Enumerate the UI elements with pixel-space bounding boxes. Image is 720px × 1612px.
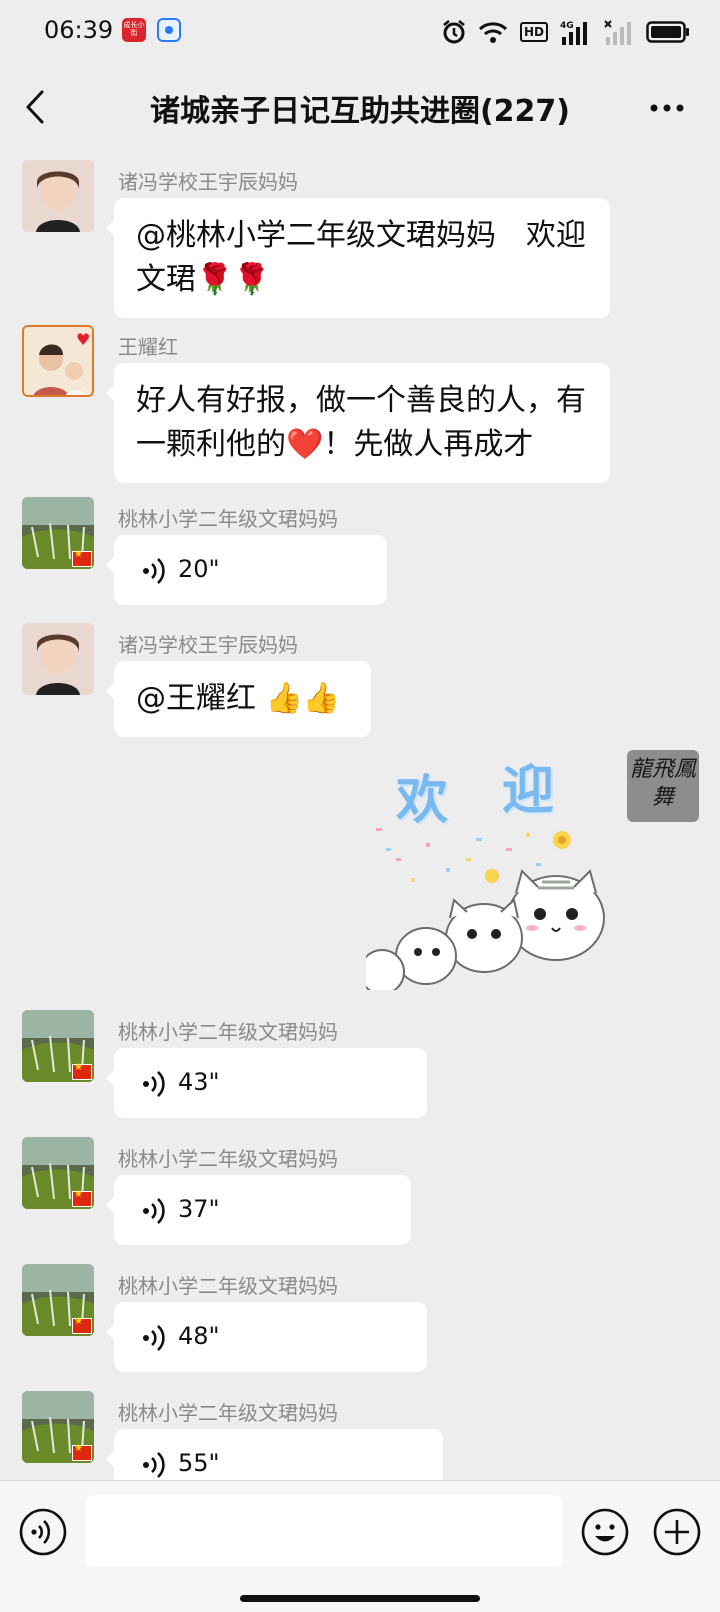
message-input[interactable] bbox=[86, 1495, 562, 1567]
wifi-icon bbox=[478, 22, 508, 43]
more-options-icon[interactable] bbox=[650, 104, 684, 112]
voice-wave-icon bbox=[143, 1071, 165, 1097]
welcome-sticker[interactable]: 欢 迎 bbox=[366, 748, 608, 990]
emoji-icon[interactable] bbox=[580, 1507, 630, 1557]
sticker-word-1: 欢 bbox=[396, 771, 449, 831]
voice-duration: 48" bbox=[178, 1322, 220, 1350]
avatar[interactable] bbox=[22, 1391, 94, 1463]
signal-4g-icon: 4G bbox=[560, 21, 587, 45]
sender-name: 诸冯学校王宇辰妈妈 bbox=[118, 170, 298, 194]
plus-icon[interactable] bbox=[652, 1507, 702, 1557]
self-avatar[interactable]: 龍飛鳳舞 bbox=[627, 750, 699, 822]
voice-message-bubble[interactable]: 37" bbox=[106, 1175, 411, 1245]
voice-message-bubble[interactable]: 43" bbox=[106, 1048, 427, 1118]
input-bar bbox=[0, 1480, 720, 1612]
home-indicator[interactable] bbox=[240, 1595, 480, 1602]
voice-duration: 55" bbox=[178, 1449, 220, 1477]
sender-name: 桃林小学二年级文珺妈妈 bbox=[118, 1401, 338, 1425]
voice-input-icon[interactable] bbox=[18, 1507, 68, 1557]
app-notification-icon: 成长小街 bbox=[122, 18, 146, 42]
alarm-icon bbox=[443, 20, 465, 44]
flag-icon bbox=[72, 1189, 92, 1207]
voice-duration: 37" bbox=[178, 1195, 220, 1223]
chat-title: 诸城亲子日记互助共进圈(227) bbox=[149, 94, 571, 129]
sender-name: 桃林小学二年级文珺妈妈 bbox=[118, 1147, 338, 1171]
avatar[interactable]: ♥ bbox=[22, 325, 94, 397]
status-time: 06:39 bbox=[44, 16, 114, 44]
voice-duration: 43" bbox=[178, 1068, 220, 1096]
flag-icon bbox=[72, 1316, 92, 1334]
sender-name: 桃林小学二年级文珺妈妈 bbox=[118, 507, 338, 531]
hd-voice-icon: HD bbox=[519, 22, 548, 42]
battery-icon bbox=[646, 21, 689, 43]
chat-header: 诸城亲子日记互助共进圈(227) bbox=[0, 64, 720, 150]
app-badge-text: 成长小街 bbox=[123, 21, 145, 37]
flag-icon bbox=[72, 549, 92, 567]
sender-name: 桃林小学二年级文珺妈妈 bbox=[118, 1020, 338, 1044]
svg-text:4G: 4G bbox=[560, 21, 574, 31]
flag-icon bbox=[72, 1443, 92, 1461]
voice-message-bubble[interactable]: 55" bbox=[106, 1429, 443, 1480]
message-list[interactable]: 诸冯学校王宇辰妈妈 @桃林小学二年级文珺妈妈 欢迎文珺🌹🌹 ♥ 王耀红 好人有好… bbox=[0, 150, 720, 1480]
avatar[interactable] bbox=[22, 497, 94, 569]
avatar[interactable] bbox=[22, 1010, 94, 1082]
voice-wave-icon bbox=[143, 1198, 165, 1224]
sticker-word-2: 迎 bbox=[502, 761, 555, 821]
avatar[interactable] bbox=[22, 160, 94, 232]
avatar[interactable] bbox=[22, 623, 94, 695]
sender-name: 桃林小学二年级文珺妈妈 bbox=[118, 1274, 338, 1298]
voice-duration: 20" bbox=[178, 555, 220, 583]
voice-wave-icon bbox=[143, 1452, 165, 1478]
signal-weak-icon bbox=[604, 20, 631, 45]
browser-notification-icon bbox=[157, 18, 181, 42]
message-bubble[interactable]: @王耀红 👍👍 bbox=[106, 661, 371, 737]
voice-message-bubble[interactable]: 48" bbox=[106, 1302, 427, 1372]
voice-wave-icon bbox=[143, 558, 165, 584]
voice-message-bubble[interactable]: 20" bbox=[106, 535, 387, 605]
svg-text:♥: ♥ bbox=[76, 330, 90, 349]
avatar[interactable] bbox=[22, 1137, 94, 1209]
flag-icon bbox=[72, 1062, 92, 1080]
status-icons: HD 4G bbox=[442, 18, 690, 46]
sender-name: 诸冯学校王宇辰妈妈 bbox=[118, 633, 298, 657]
back-arrow-icon[interactable] bbox=[22, 88, 52, 126]
message-bubble[interactable]: 好人有好报，做一个善良的人，有一颗利他的❤️！先做人再成才 bbox=[106, 363, 610, 483]
avatar[interactable] bbox=[22, 1264, 94, 1336]
status-bar: 06:39 成长小街 HD 4G bbox=[0, 0, 720, 64]
self-avatar-calligraphy: 龍飛鳳舞 bbox=[629, 757, 696, 810]
voice-wave-icon bbox=[143, 1325, 165, 1351]
sender-name: 王耀红 bbox=[118, 335, 178, 359]
message-bubble[interactable]: @桃林小学二年级文珺妈妈 欢迎文珺🌹🌹 bbox=[106, 198, 610, 318]
